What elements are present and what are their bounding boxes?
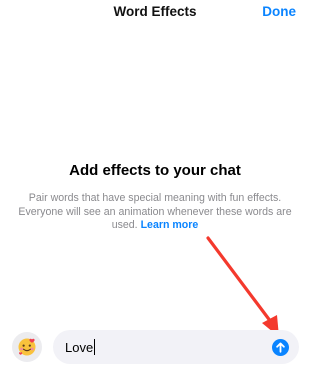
empty-state-heading: Add effects to your chat (69, 162, 241, 179)
done-button[interactable]: Done (262, 4, 296, 19)
message-input-value: Love (65, 340, 94, 355)
message-input-text: Love (65, 339, 96, 355)
learn-more-link[interactable]: Learn more (141, 219, 199, 231)
text-caret (93, 339, 96, 355)
sticker-button[interactable] (12, 332, 42, 362)
message-input[interactable]: Love (53, 330, 299, 364)
send-button[interactable] (272, 339, 289, 356)
empty-state: Add effects to your chat Pair words that… (0, 162, 310, 233)
message-composer: Love (0, 328, 310, 367)
arrow-up-icon (276, 342, 285, 353)
nav-header: Word Effects Done (0, 0, 310, 26)
sticker-emoji-icon (18, 338, 36, 356)
empty-state-description: Pair words that have special meaning wit… (17, 192, 293, 233)
